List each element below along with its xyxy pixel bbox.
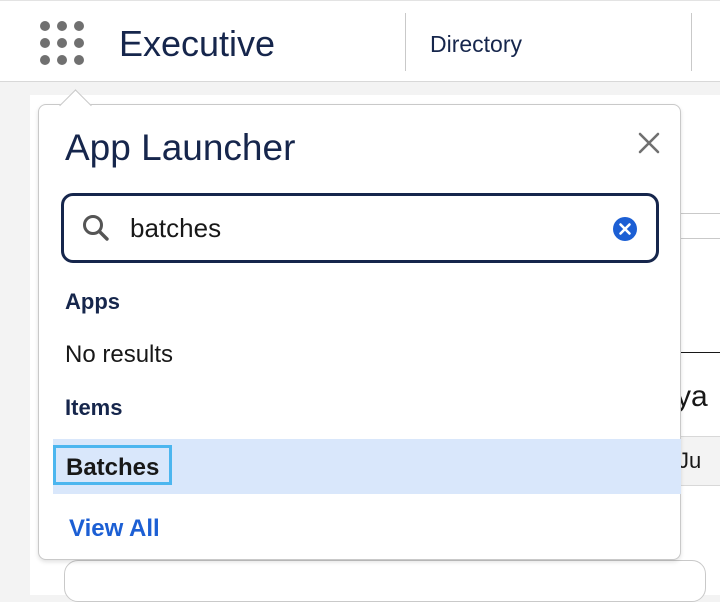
- item-result-label[interactable]: Batches: [53, 445, 173, 485]
- app-launcher-waffle-icon[interactable]: [40, 21, 84, 65]
- search-input[interactable]: [130, 206, 590, 250]
- header-divider: [405, 13, 406, 71]
- close-icon[interactable]: [635, 129, 663, 157]
- app-launcher-popup: App Launcher Apps No results Items Batch…: [38, 104, 681, 560]
- background-card: [64, 560, 706, 602]
- search-field: [61, 193, 659, 263]
- apps-section-label: Apps: [65, 289, 120, 314]
- popup-title: App Launcher: [65, 127, 296, 168]
- global-header: Executive Directory: [0, 0, 720, 82]
- items-section-label: Items: [65, 395, 123, 420]
- search-icon: [81, 213, 111, 243]
- view-all-link[interactable]: View All: [69, 515, 160, 543]
- background-divider: [676, 352, 720, 353]
- header-divider: [691, 13, 692, 71]
- background-row-text: Ju: [678, 448, 702, 473]
- tab-directory[interactable]: Directory: [430, 31, 522, 58]
- apps-no-results: No results: [65, 341, 174, 368]
- app-name: Executive: [119, 23, 276, 64]
- clear-icon[interactable]: [612, 216, 638, 242]
- background-divider: [676, 238, 720, 239]
- item-result-batches[interactable]: Batches: [53, 439, 681, 494]
- background-divider: [676, 213, 720, 214]
